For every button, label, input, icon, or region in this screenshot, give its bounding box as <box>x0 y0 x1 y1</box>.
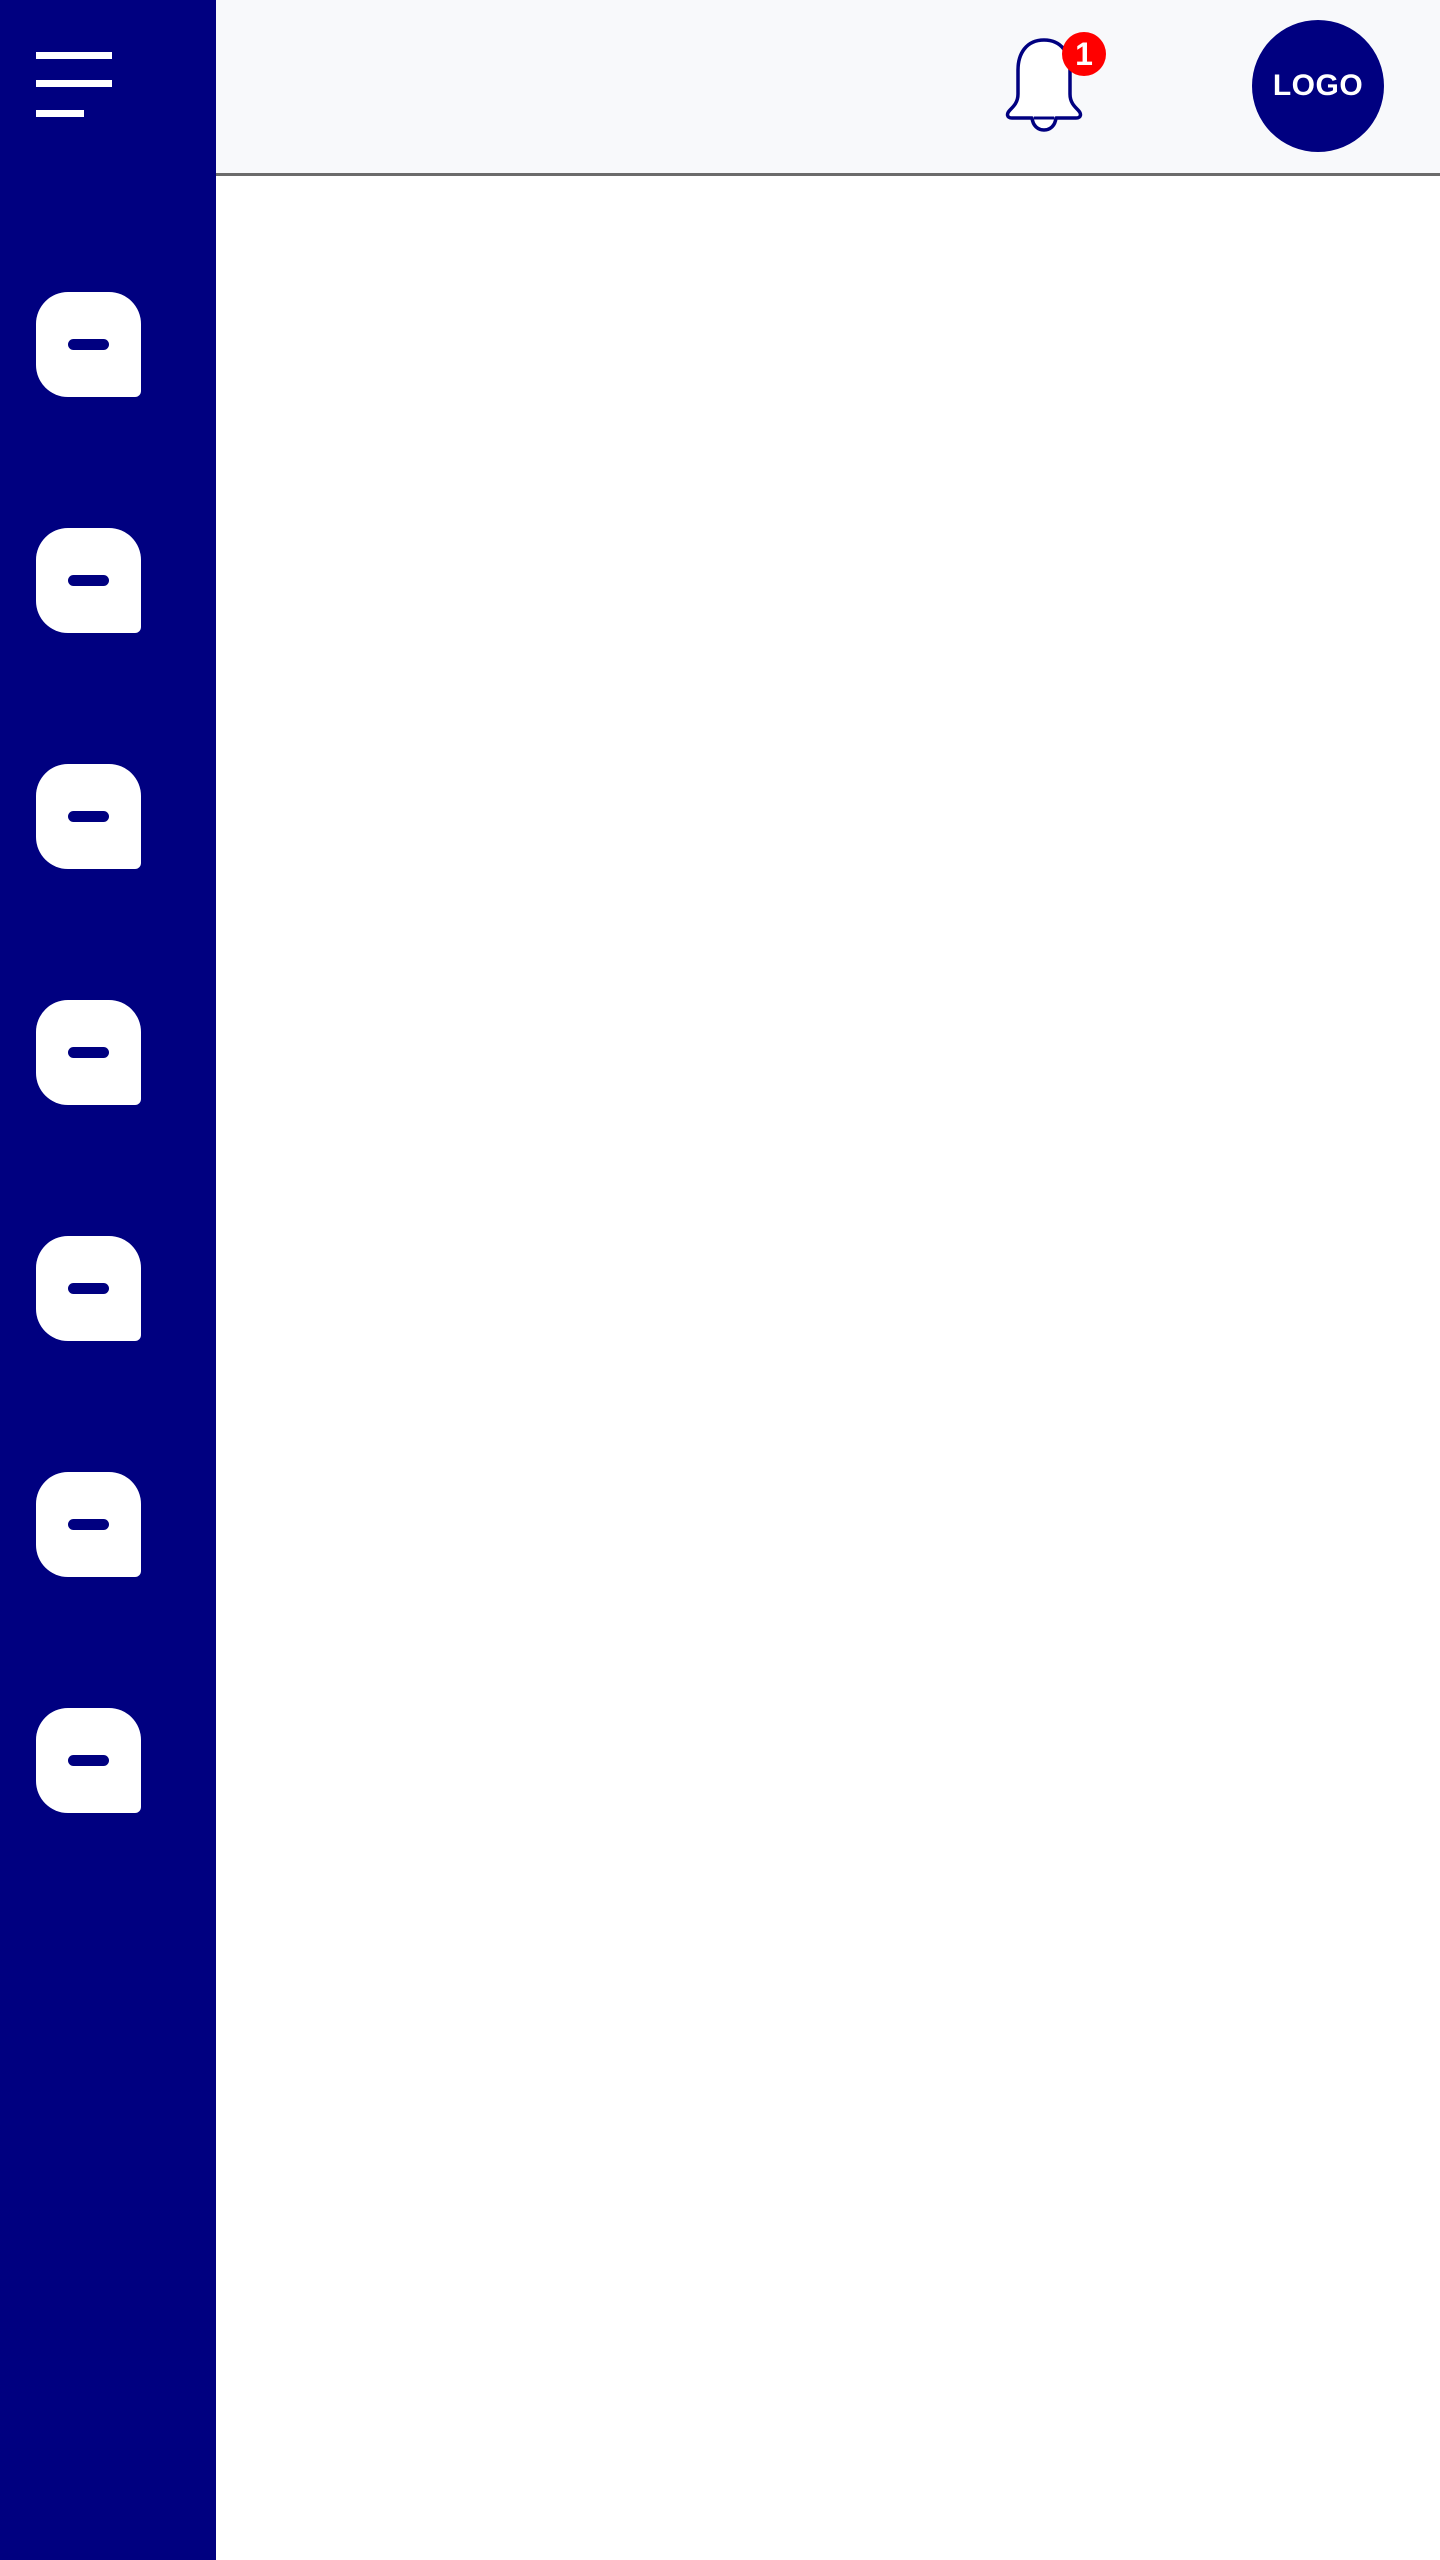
sidebar-item-2[interactable] <box>36 528 141 633</box>
chat-bubble-icon <box>36 1472 141 1577</box>
sidebar-item-7[interactable] <box>36 1708 141 1813</box>
chat-bubble-icon <box>36 764 141 869</box>
sidebar-item-1[interactable] <box>36 292 141 397</box>
main-content <box>216 176 1440 2560</box>
notification-count-badge: 1 <box>1062 32 1106 76</box>
sidebar-item-4[interactable] <box>36 1000 141 1105</box>
chat-bubble-icon <box>36 1708 141 1813</box>
logo[interactable]: LOGO <box>1252 20 1384 152</box>
top-header: 1 LOGO <box>216 0 1440 176</box>
sidebar-nav <box>36 292 141 1944</box>
sidebar-item-3[interactable] <box>36 764 141 869</box>
sidebar-item-6[interactable] <box>36 1472 141 1577</box>
chat-bubble-icon <box>36 1000 141 1105</box>
chat-bubble-icon <box>36 292 141 397</box>
sidebar-item-5[interactable] <box>36 1236 141 1341</box>
chat-bubble-icon <box>36 528 141 633</box>
sidebar <box>0 0 216 2560</box>
chat-bubble-icon <box>36 1236 141 1341</box>
hamburger-menu-icon[interactable] <box>36 52 112 120</box>
